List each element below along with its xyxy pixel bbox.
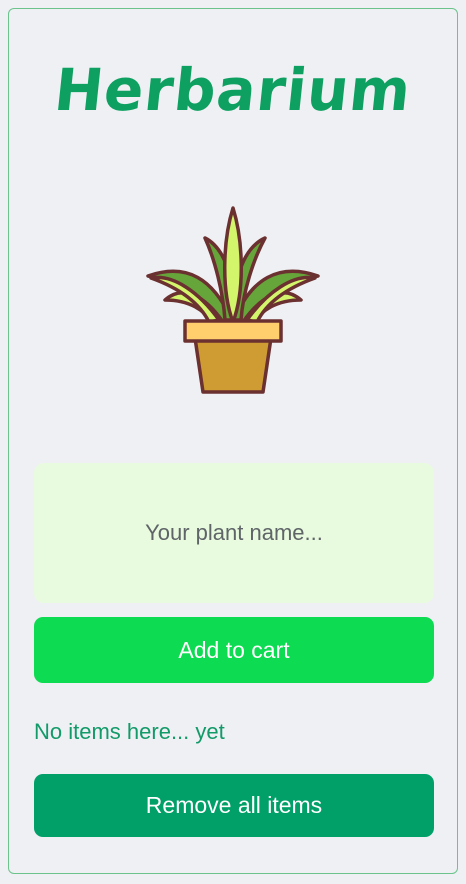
app-title: Herbarium bbox=[51, 56, 415, 124]
add-to-cart-button[interactable]: Add to cart bbox=[34, 617, 434, 683]
potted-plant-icon bbox=[143, 200, 323, 400]
plant-name-input[interactable] bbox=[34, 463, 434, 603]
remove-all-items-button[interactable]: Remove all items bbox=[34, 774, 434, 837]
cart-status-text: No items here... yet bbox=[34, 719, 225, 744]
